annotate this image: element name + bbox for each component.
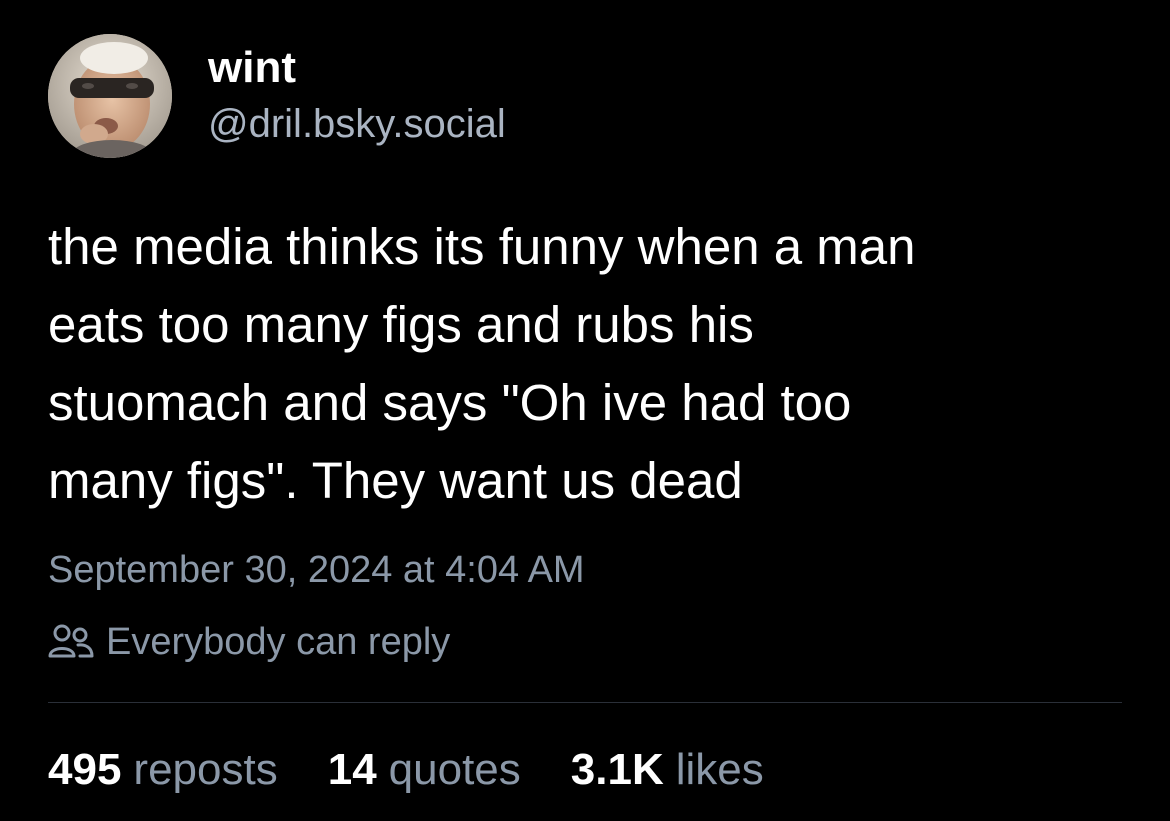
likes-count: 3.1K bbox=[570, 745, 664, 794]
post-text: the media thinks its funny when a man ea… bbox=[48, 218, 916, 509]
post-timestamp: September 30, 2024 at 4:04 AM bbox=[48, 549, 585, 591]
quotes-label: quotes bbox=[388, 745, 521, 794]
author-display-name[interactable]: wint bbox=[208, 40, 506, 96]
people-icon bbox=[48, 622, 94, 662]
divider bbox=[48, 702, 1122, 703]
author-handle[interactable]: @dril.bsky.social bbox=[208, 96, 506, 152]
avatar-photo-icon bbox=[48, 34, 172, 158]
post-stats: 495 reposts 14 quotes 3.1K likes bbox=[48, 742, 814, 798]
quotes-stat[interactable]: 14 quotes bbox=[328, 745, 521, 795]
reposts-stat[interactable]: 495 reposts bbox=[48, 745, 278, 795]
avatar[interactable] bbox=[48, 34, 172, 158]
author-identity[interactable]: wint @dril.bsky.social bbox=[208, 40, 506, 152]
post-thread-view: wint @dril.bsky.social the media thinks … bbox=[0, 0, 1170, 821]
reposts-label: reposts bbox=[133, 745, 278, 794]
reposts-count: 495 bbox=[48, 745, 122, 794]
likes-label: likes bbox=[675, 745, 764, 794]
reply-setting[interactable]: Everybody can reply bbox=[48, 617, 450, 667]
quotes-count: 14 bbox=[327, 745, 377, 794]
reply-setting-label: Everybody can reply bbox=[106, 620, 451, 663]
likes-stat[interactable]: 3.1K likes bbox=[571, 745, 764, 795]
post-header: wint @dril.bsky.social bbox=[48, 34, 506, 158]
